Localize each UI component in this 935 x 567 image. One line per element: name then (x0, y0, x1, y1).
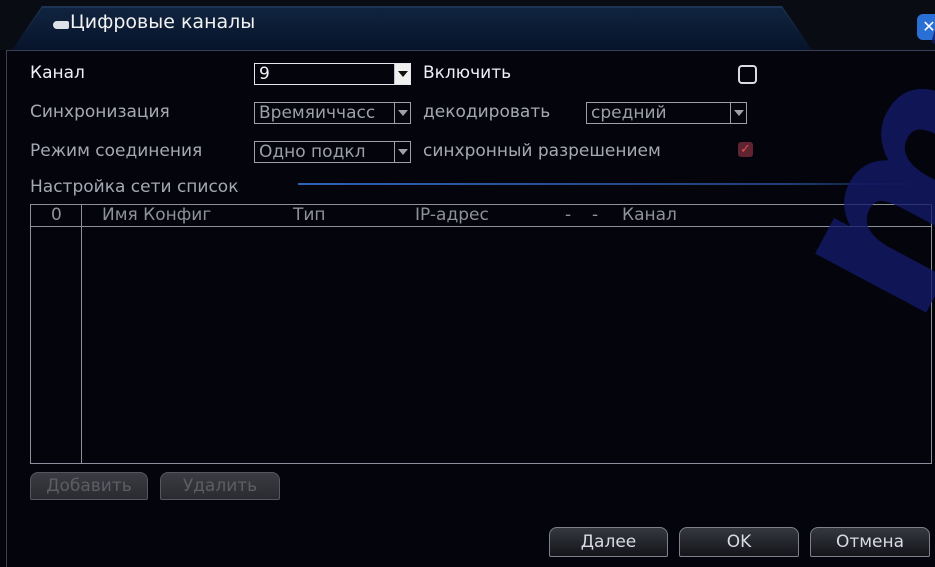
column-header-ip-address: IP-адрес (415, 205, 489, 225)
cancel-button[interactable]: Отмена (810, 527, 930, 557)
table-header: 0 Имя Конфиг Тип IP-адрес - - Канал (31, 205, 931, 227)
dropdown-arrow-icon (730, 103, 746, 123)
column-header-blank-1: - (565, 205, 572, 225)
enable-checkbox[interactable] (738, 65, 757, 84)
connection-mode-label: Режим соединения (30, 141, 203, 161)
sync-select[interactable]: Времяиччасс (254, 102, 411, 124)
table-column-divider (81, 205, 82, 463)
delete-button[interactable]: Удалить (160, 472, 280, 500)
add-button[interactable]: Добавить (30, 472, 148, 500)
decode-label: декодировать (423, 102, 551, 122)
window-title: Цифровые каналы (70, 11, 256, 33)
camera-icon (53, 21, 69, 29)
network-devices-table[interactable]: 0 Имя Конфиг Тип IP-адрес - - Канал (30, 204, 932, 464)
sync-resolution-label: синхронный разрешением (423, 141, 661, 161)
enable-label: Включить (423, 63, 512, 83)
close-icon: ✕ (922, 17, 935, 36)
connection-mode-value: Одно подкл (259, 142, 366, 162)
sync-resolution-checkbox[interactable]: ✓ (738, 142, 753, 157)
column-header-config-name: Имя Конфиг (102, 205, 212, 225)
section-divider (298, 183, 913, 185)
channel-select[interactable]: 9 (254, 63, 411, 85)
column-header-channel: Канал (622, 205, 677, 225)
connection-mode-select[interactable]: Одно подкл (254, 141, 411, 163)
sync-select-value: Времяиччасс (259, 103, 376, 123)
column-header-type: Тип (293, 205, 326, 225)
sync-label: Синхронизация (30, 102, 170, 122)
dropdown-arrow-icon (394, 142, 410, 162)
channel-label: Канал (30, 63, 85, 83)
dropdown-arrow-icon (394, 64, 410, 84)
network-list-title: Настройка сети список (30, 177, 239, 197)
next-button[interactable]: Далее (549, 527, 668, 557)
dropdown-arrow-icon (394, 103, 410, 123)
digital-channels-window: Цифровые каналы ✕ Канал 9 Включить Синхр… (0, 0, 935, 567)
ok-button[interactable]: OK (679, 527, 799, 557)
close-button[interactable]: ✕ (917, 14, 935, 40)
channel-select-value: 9 (259, 64, 270, 84)
check-icon: ✓ (740, 142, 751, 157)
decode-select-value: средний (591, 103, 667, 123)
column-header-blank-2: - (592, 205, 599, 225)
decode-select[interactable]: средний (586, 102, 747, 124)
column-header-index: 0 (51, 205, 62, 225)
title-bar: Цифровые каналы ✕ (0, 0, 935, 50)
